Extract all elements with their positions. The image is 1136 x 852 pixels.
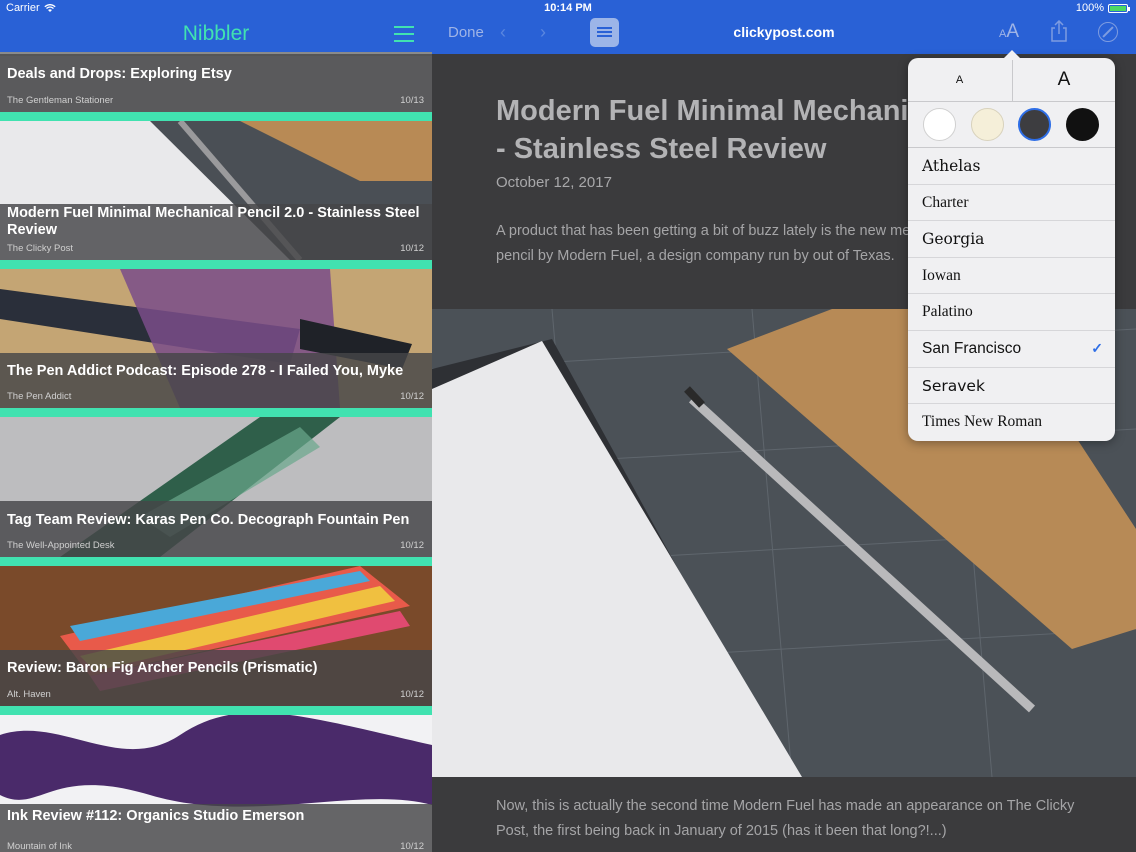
status-time: 10:14 PM <box>544 2 592 14</box>
article-divider <box>0 112 432 121</box>
article-date: 10/13 <box>400 95 424 106</box>
font-option-label: Times New Roman <box>922 413 1042 431</box>
reader-article-intro: A product that has been getting a bit of… <box>496 223 964 264</box>
share-icon[interactable] <box>1050 20 1068 42</box>
article-divider <box>0 706 432 715</box>
font-list: Athelas Charter Georgia Iowan Palatino S… <box>908 148 1115 441</box>
hamburger-menu-icon[interactable] <box>394 26 414 42</box>
article-source: Mountain of Ink <box>7 841 72 852</box>
article-row[interactable]: Modern Fuel Minimal Mechanical Pencil 2.… <box>0 121 432 260</box>
article-divider <box>0 408 432 417</box>
article-title: Ink Review #112: Organics Studio Emerson <box>7 808 305 824</box>
font-size-row: A A <box>908 58 1115 102</box>
font-option-label: Georgia <box>922 230 985 249</box>
font-option-charter[interactable]: Charter <box>908 185 1115 222</box>
theme-row <box>908 102 1115 148</box>
article-date: 10/12 <box>400 243 424 254</box>
article-date: 10/12 <box>400 391 424 402</box>
article-list-pane: Nibbler Deals and Drops: Exploring Etsy … <box>0 0 432 852</box>
article-title: Modern Fuel Minimal Mechanical Pencil 2.… <box>7 205 420 238</box>
text-size-button[interactable]: AA <box>999 21 1019 43</box>
url-label[interactable]: clickypost.com <box>432 24 1136 40</box>
font-option-label: Charter <box>922 193 969 211</box>
font-option-san-francisco[interactable]: San Francisco ✓ <box>908 331 1115 368</box>
article-source: The Well-Appointed Desk <box>7 540 115 551</box>
article-source: The Pen Addict <box>7 391 72 402</box>
theme-white-button[interactable] <box>923 108 956 141</box>
article-date: 10/12 <box>400 689 424 700</box>
theme-gray-button[interactable] <box>1018 108 1051 141</box>
article-overlay <box>0 650 432 706</box>
reader-article-date: October 12, 2017 <box>496 174 612 191</box>
battery-icon <box>1108 3 1130 13</box>
compass-icon[interactable] <box>1098 22 1118 42</box>
app-title: Nibbler <box>182 22 250 45</box>
font-option-label: Seravek <box>922 376 985 395</box>
theme-black-button[interactable] <box>1066 108 1099 141</box>
font-option-times-new-roman[interactable]: Times New Roman <box>908 404 1115 441</box>
article-row[interactable]: Ink Review #112: Organics Studio Emerson… <box>0 715 432 852</box>
font-option-athelas[interactable]: Athelas <box>908 148 1115 185</box>
checkmark-icon: ✓ <box>1091 339 1103 356</box>
increase-font-size-button[interactable]: A <box>1012 58 1115 102</box>
battery-percent: 100% <box>1075 2 1104 14</box>
article-row[interactable]: Review: Baron Fig Archer Pencils (Prisma… <box>0 566 432 706</box>
font-option-label: San Francisco <box>922 339 1022 357</box>
text-size-big-glyph: A <box>1006 21 1020 42</box>
article-source: The Gentleman Stationer <box>7 95 114 106</box>
article-row[interactable]: Tag Team Review: Karas Pen Co. Decograph… <box>0 417 432 557</box>
font-option-label: Palatino <box>922 303 973 321</box>
article-date: 10/12 <box>400 540 424 551</box>
font-option-label: Iowan <box>922 266 961 284</box>
article-date: 10/12 <box>400 841 424 852</box>
article-source: Alt. Haven <box>7 689 51 700</box>
article-title: Review: Baron Fig Archer Pencils (Prisma… <box>7 660 318 676</box>
font-option-iowan[interactable]: Iowan <box>908 258 1115 295</box>
reader-article-body: Now, this is actually the second time Mo… <box>496 798 1075 839</box>
text-settings-popover: A A Athelas Charter Georgia Iowan Palati… <box>908 58 1115 441</box>
app-root: Carrier 10:14 PM 100% Nibbler Deals and … <box>0 0 1136 852</box>
font-option-georgia[interactable]: Georgia <box>908 221 1115 258</box>
battery-area: 100% <box>1075 2 1130 14</box>
article-title: Deals and Drops: Exploring Etsy <box>7 66 232 82</box>
article-row[interactable]: The Pen Addict Podcast: Episode 278 - I … <box>0 269 432 408</box>
popover-arrow <box>1002 50 1022 60</box>
font-option-palatino[interactable]: Palatino <box>908 294 1115 331</box>
article-title: The Pen Addict Podcast: Episode 278 - I … <box>7 363 404 379</box>
status-bar: Carrier 10:14 PM 100% <box>0 0 1136 18</box>
article-divider <box>0 260 432 269</box>
article-source: The Clicky Post <box>7 243 73 254</box>
decrease-font-size-button[interactable]: A <box>908 58 1011 102</box>
font-option-label: Athelas <box>922 157 981 175</box>
font-option-seravek[interactable]: Seravek <box>908 368 1115 405</box>
article-row[interactable]: Deals and Drops: Exploring Etsy The Gent… <box>0 56 432 112</box>
article-divider <box>0 557 432 566</box>
article-title: Tag Team Review: Karas Pen Co. Decograph… <box>7 512 410 528</box>
theme-sepia-button[interactable] <box>971 108 1004 141</box>
